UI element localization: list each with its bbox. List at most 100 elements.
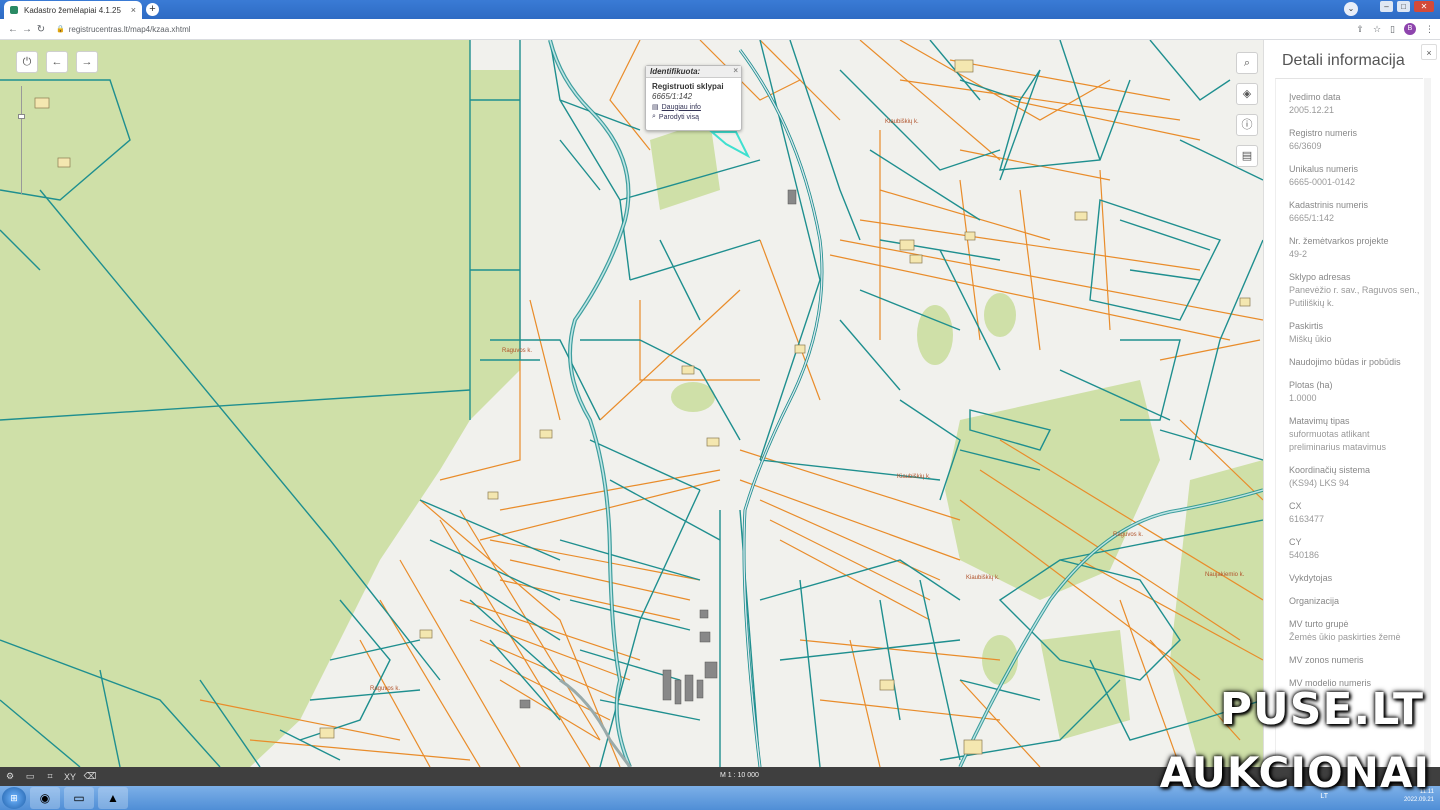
os-taskbar: ⊞ ◉ ▭ ▲ LT 11:11 2022.09.21 — [0, 786, 1440, 810]
sidepanel-icon[interactable]: ▯ — [1390, 24, 1395, 35]
field-value: 1.0000 — [1289, 393, 1317, 403]
place-label: Raguvos k. — [502, 348, 533, 354]
field-label: Unikalus numeris — [1289, 164, 1359, 174]
tab-search-icon[interactable]: ⌄ — [1344, 2, 1358, 16]
field-label: Matavimų tipas — [1289, 416, 1350, 426]
bookmark-star-icon[interactable]: ☆ — [1373, 24, 1381, 35]
place-label: Raguvos k. — [1113, 532, 1144, 538]
detail-field: Organizacija — [1289, 595, 1423, 608]
forest-area — [984, 293, 1016, 337]
detail-field: Koordinačių sistema (KS94) LKS 94 — [1289, 464, 1423, 490]
popup-parcel-id: 6665/1:142 — [652, 92, 693, 101]
system-clock[interactable]: 11:11 2022.09.21 — [1404, 788, 1434, 804]
pdf-app-icon[interactable]: ▲ — [98, 787, 128, 809]
close-window-button[interactable]: ✕ — [1414, 1, 1434, 12]
field-value: (KS94) LKS 94 — [1289, 478, 1350, 488]
detail-field: Nr. žemėtvarkos projekte 49-2 — [1289, 235, 1423, 261]
browser-menu-icon[interactable]: ⋮ — [1425, 24, 1434, 35]
zoom-slider[interactable] — [18, 86, 25, 196]
map-forward-icon[interactable]: → — [76, 51, 98, 73]
field-label: Naudojimo būdas ir pobūdis — [1289, 357, 1401, 367]
field-label: MV modelio numeris — [1289, 678, 1372, 688]
start-button[interactable]: ⊞ — [2, 787, 26, 809]
magnifier-icon: ⌕ — [652, 113, 656, 120]
field-value: 540186 — [1289, 550, 1320, 560]
file-explorer-icon[interactable]: ▭ — [64, 787, 94, 809]
map-scale: M 1 : 10 000 — [720, 772, 759, 779]
settings-icon[interactable]: ⚙ — [0, 771, 20, 782]
layers-icon[interactable]: ◈ — [1236, 83, 1258, 105]
place-label: Kiaubiškių k. — [897, 474, 931, 480]
profile-avatar[interactable]: B — [1404, 23, 1416, 35]
search-icon[interactable]: ⌕ — [1236, 52, 1258, 74]
new-tab-button[interactable]: + — [146, 3, 159, 16]
detail-field: Įvedimo data 2005.12.21 — [1289, 91, 1423, 117]
farm-buildings — [519, 189, 797, 709]
more-info-label: Daugiau info — [661, 103, 701, 111]
popup-close-icon[interactable]: × — [733, 66, 738, 75]
field-label: Registro numeris — [1289, 128, 1358, 138]
tab-close-icon[interactable]: × — [131, 5, 136, 15]
panel-title: Detali informacija — [1282, 52, 1405, 69]
place-label: Kiaubiškių k. — [885, 119, 919, 125]
maximize-button[interactable]: □ — [1397, 1, 1410, 12]
selected-parcel — [709, 131, 751, 159]
forest-area — [0, 40, 470, 767]
chrome-app-icon[interactable]: ◉ — [30, 787, 60, 809]
zoom-knob[interactable] — [18, 114, 25, 119]
forest-area — [671, 382, 715, 412]
coordinates-icon[interactable]: XY — [60, 772, 80, 782]
show-all-link[interactable]: ⌕ Parodyti visą — [646, 112, 741, 122]
url-field[interactable]: 🔒 registrucentras.lt/map4/kzaa.xhtml — [56, 25, 191, 34]
browser-tab[interactable]: Kadastro žemėlapiai 4.1.25 × — [4, 1, 142, 19]
map-status-bar: ⚙ ▭ ⌗ XY ⌫ M 1 : 10 000 — [0, 767, 1440, 786]
show-all-label: Parodyti visą — [658, 113, 699, 121]
clock-time: 11:11 — [1419, 789, 1434, 795]
share-icon[interactable]: ⇪ — [1356, 24, 1364, 35]
info-icon[interactable]: ⓘ — [1236, 114, 1258, 136]
popup-title: Registruoti sklypai — [652, 82, 724, 91]
forest-area — [1170, 460, 1263, 767]
document-icon[interactable]: ▤ — [1236, 145, 1258, 167]
forest-area — [1040, 630, 1130, 740]
forward-button[interactable]: → — [20, 24, 34, 35]
minimize-button[interactable]: – — [1380, 1, 1393, 12]
detail-field: Naudojimo būdas ir pobūdis — [1289, 356, 1423, 369]
field-value: Žemės ūkio paskirties žemė — [1289, 632, 1401, 642]
detail-field: Plotas (ha) 1.0000 — [1289, 379, 1423, 405]
lock-icon: 🔒 — [56, 26, 65, 33]
back-button[interactable]: ← — [6, 24, 20, 35]
detail-field: MV modelio numeris — [1289, 677, 1423, 690]
forest-area — [650, 120, 720, 210]
detail-field: Paskirtis Miškų ūkio — [1289, 320, 1423, 346]
field-value: Panevėžio r. sav., Raguvos sen., Putiliš… — [1289, 285, 1420, 308]
field-label: Organizacija — [1289, 596, 1340, 606]
more-info-link[interactable]: ▤ Daugiau info — [646, 102, 741, 112]
field-value: 6163477 — [1289, 514, 1325, 524]
forest-area — [917, 305, 953, 365]
identify-popup: Identifikuota: × Registruoti sklypai 666… — [645, 65, 742, 131]
place-label: Raguvos k. — [370, 686, 401, 692]
panel-close-icon[interactable]: × — [1421, 44, 1437, 60]
panel-scrollbar[interactable] — [1424, 78, 1431, 764]
field-label: Kadastrinis numeris — [1289, 200, 1369, 210]
cadastral-map[interactable]: Kiaubiškių k. Raguvos k. Raguvos k. Kiau… — [0, 40, 1263, 767]
select-icon[interactable]: ⌗ — [40, 771, 60, 782]
detail-field-list: Įvedimo data 2005.12.21 Registro numeris 6… — [1275, 78, 1423, 767]
power-icon[interactable]: ⏻ — [16, 51, 38, 73]
field-label: Sklypo adresas — [1289, 272, 1351, 282]
field-label: Įvedimo data — [1289, 92, 1341, 102]
field-value: 6665-0001-0142 — [1289, 177, 1356, 187]
reload-button[interactable]: ↻ — [34, 24, 48, 35]
map-back-icon[interactable]: ← — [46, 51, 68, 73]
detail-field: Matavimų tipas suformuotas atlikant preli… — [1289, 415, 1423, 454]
place-label: Kiaubiškių k. — [966, 575, 1000, 581]
language-indicator[interactable]: LT — [1320, 793, 1328, 800]
zoom-track — [21, 86, 22, 194]
address-bar: ← → ↻ 🔒 registrucentras.lt/map4/kzaa.xht… — [0, 19, 1440, 40]
map-canvas[interactable] — [0, 40, 1263, 767]
ruler-icon[interactable]: ▭ — [20, 771, 40, 782]
eraser-icon[interactable]: ⌫ — [80, 771, 100, 782]
detail-field: CX 6163477 — [1289, 500, 1423, 526]
info-doc-icon: ▤ — [652, 104, 659, 111]
